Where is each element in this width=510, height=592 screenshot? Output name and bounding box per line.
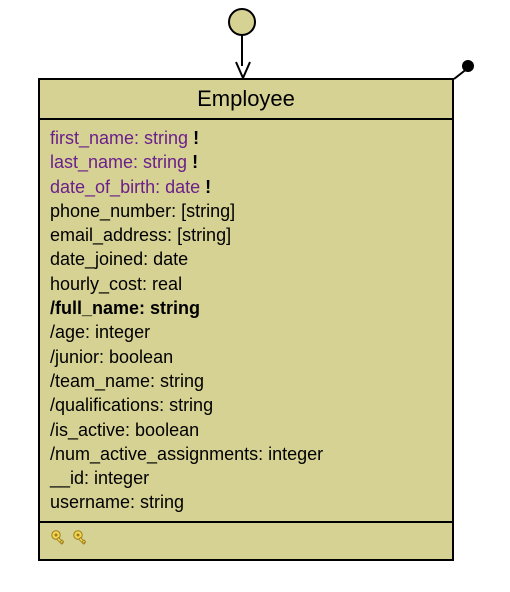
attribute-row: hourly_cost: real	[50, 272, 442, 296]
attribute-label: /team_name: string	[50, 371, 204, 391]
attribute-label: phone_number: [string]	[50, 201, 235, 221]
attribute-row: first_name: string !	[50, 126, 442, 150]
attribute-row: /junior: boolean	[50, 345, 442, 369]
attribute-row: /age: integer	[50, 320, 442, 344]
key-icon	[72, 529, 90, 547]
attribute-row: username: string	[50, 490, 442, 514]
initial-node	[228, 8, 256, 36]
attribute-label: /is_active: boolean	[50, 420, 199, 440]
entity-title: Employee	[40, 80, 452, 120]
attribute-label: /age: integer	[50, 322, 150, 342]
attribute-label: username: string	[50, 492, 184, 512]
attribute-row: date_joined: date	[50, 247, 442, 271]
attribute-row: /team_name: string	[50, 369, 442, 393]
attribute-row: last_name: string !	[50, 150, 442, 174]
attribute-label: /full_name: string	[50, 298, 200, 318]
attribute-label: date_joined: date	[50, 249, 188, 269]
attribute-label: /qualifications: string	[50, 395, 213, 415]
mandatory-marker: !	[200, 177, 211, 197]
attribute-row: phone_number: [string]	[50, 199, 442, 223]
mandatory-marker: !	[187, 152, 198, 172]
attribute-label: /junior: boolean	[50, 347, 173, 367]
attribute-row: /num_active_assignments: integer	[50, 442, 442, 466]
attribute-row: /qualifications: string	[50, 393, 442, 417]
arrow-head-icon	[234, 58, 252, 80]
attribute-label: __id: integer	[50, 468, 149, 488]
entity-attributes: first_name: string !last_name: string !d…	[40, 120, 452, 523]
corner-dot	[462, 60, 474, 72]
attribute-row: /is_active: boolean	[50, 418, 442, 442]
diagram-canvas: Employee first_name: string !last_name: …	[0, 0, 510, 592]
entity-keys-footer	[40, 523, 452, 559]
attribute-label: date_of_birth: date	[50, 177, 200, 197]
entity-box: Employee first_name: string !last_name: …	[38, 78, 454, 561]
attribute-row: __id: integer	[50, 466, 442, 490]
mandatory-marker: !	[188, 128, 199, 148]
attribute-label: first_name: string	[50, 128, 188, 148]
attribute-label: last_name: string	[50, 152, 187, 172]
key-icon	[50, 529, 68, 547]
attribute-label: email_address: [string]	[50, 225, 231, 245]
attribute-row: date_of_birth: date !	[50, 175, 442, 199]
attribute-row: email_address: [string]	[50, 223, 442, 247]
attribute-row: /full_name: string	[50, 296, 442, 320]
attribute-label: /num_active_assignments: integer	[50, 444, 323, 464]
attribute-label: hourly_cost: real	[50, 274, 182, 294]
